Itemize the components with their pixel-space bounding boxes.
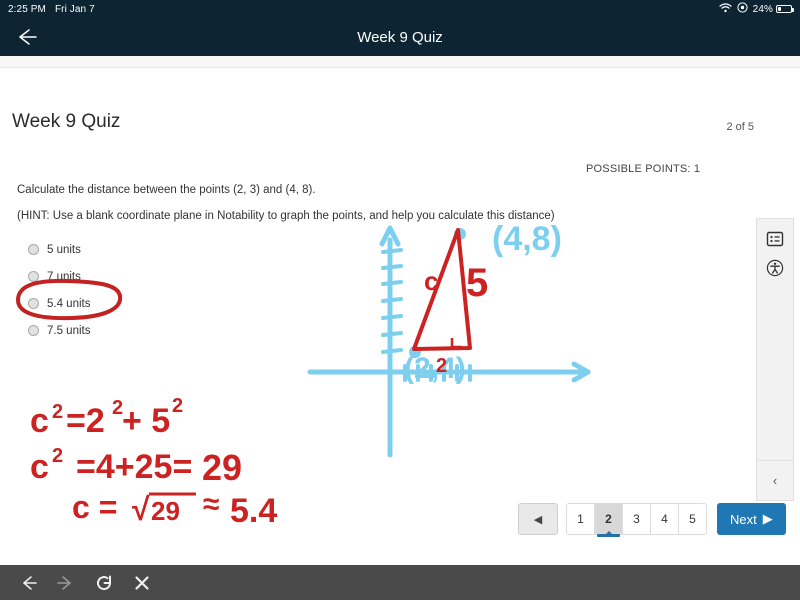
status-bar: 2:25 PM Fri Jan 7 24% xyxy=(0,0,800,18)
pagination-prev-button[interactable]: ◀ xyxy=(518,503,558,535)
next-arrow-icon: ▶ xyxy=(762,511,773,526)
pagination-pages: 1 2 3 4 5 xyxy=(566,503,707,537)
pagination-page-5[interactable]: 5 xyxy=(678,503,707,535)
pagination-page-1[interactable]: 1 xyxy=(566,503,595,535)
reload-icon[interactable] xyxy=(94,573,114,593)
screen-record-icon xyxy=(737,2,748,16)
radio-button-icon[interactable] xyxy=(28,244,39,255)
pagination-page-4[interactable]: 4 xyxy=(650,503,679,535)
question-prompt: Calculate the distance between the point… xyxy=(17,184,316,196)
close-icon[interactable] xyxy=(132,573,152,593)
app-header: Week 9 Quiz xyxy=(0,18,800,56)
header-subbar xyxy=(0,56,800,68)
radio-button-icon[interactable] xyxy=(28,271,39,282)
browser-back-icon[interactable] xyxy=(18,573,38,593)
next-button[interactable]: Next ▶ xyxy=(717,503,786,535)
answer-option-label: 5 units xyxy=(47,243,81,256)
pagination: ◀ 1 2 3 4 5 Next ▶ xyxy=(518,503,786,537)
outline-panel-icon[interactable] xyxy=(766,230,784,248)
answer-option-label: 7 units xyxy=(47,270,81,283)
battery-indicator: 24% xyxy=(752,3,794,15)
answer-option-label: 7.5 units xyxy=(47,324,91,337)
answer-option-4[interactable]: 7.5 units xyxy=(28,317,90,344)
header-title: Week 9 Quiz xyxy=(357,28,443,46)
status-time: 2:25 PM xyxy=(8,3,46,15)
pagination-page-3[interactable]: 3 xyxy=(622,503,651,535)
quiz-page: Week 9 Quiz 2 of 5 POSSIBLE POINTS: 1 Ca… xyxy=(0,68,800,565)
answer-option-2[interactable]: 7 units xyxy=(28,263,90,290)
pagination-page-2[interactable]: 2 xyxy=(594,503,623,537)
wifi-icon xyxy=(719,2,732,16)
radio-button-icon[interactable] xyxy=(28,325,39,336)
right-side-panel: ‹ xyxy=(756,218,794,501)
status-bar-left: 2:25 PM Fri Jan 7 xyxy=(8,4,95,15)
status-bar-right: 24% xyxy=(719,2,794,16)
possible-points-label: POSSIBLE POINTS: 1 xyxy=(586,163,701,175)
battery-percent: 24% xyxy=(752,3,773,15)
question-counter: 2 of 5 xyxy=(726,121,754,133)
radio-button-icon[interactable] xyxy=(28,298,39,309)
answer-option-3[interactable]: 5.4 units xyxy=(28,290,90,317)
back-arrow-icon[interactable] xyxy=(12,26,38,48)
answer-option-1[interactable]: 5 units xyxy=(28,236,90,263)
quiz-app-window: 2:25 PM Fri Jan 7 24% Week 9 Quiz Week 9… xyxy=(0,0,800,600)
next-button-label: Next xyxy=(730,511,757,527)
answer-options-list: 5 units 7 units 5.4 units 7.5 units xyxy=(28,236,90,344)
battery-icon xyxy=(776,5,794,13)
browser-forward-icon[interactable] xyxy=(56,573,76,593)
answer-option-label: 5.4 units xyxy=(47,297,91,310)
browser-toolbar xyxy=(0,565,800,600)
page-title: Week 9 Quiz xyxy=(12,111,121,132)
question-hint: (HINT: Use a blank coordinate plane in N… xyxy=(17,210,555,222)
panel-collapse-button[interactable]: ‹ xyxy=(757,460,793,500)
accessibility-icon[interactable] xyxy=(766,259,784,277)
status-date: Fri Jan 7 xyxy=(54,3,95,15)
